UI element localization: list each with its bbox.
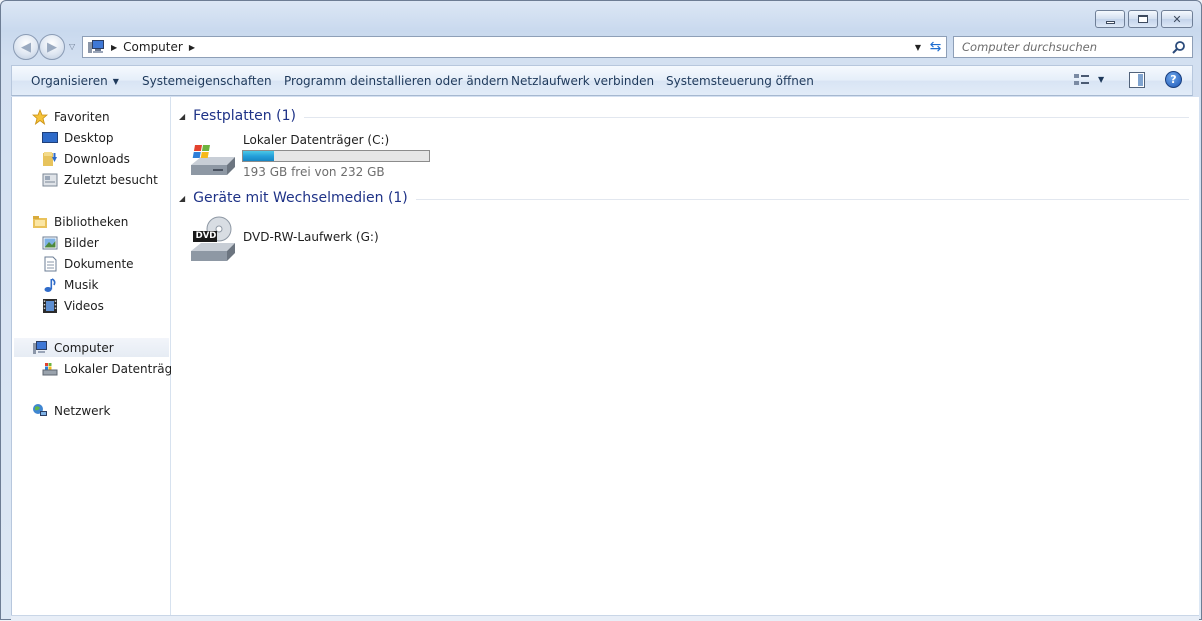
documents-icon [42, 256, 58, 272]
arrow-right-icon: ▶ [47, 39, 57, 55]
sidebar-item-downloads[interactable]: Downloads [42, 149, 130, 168]
caption-buttons: ✕ [1095, 10, 1193, 28]
drive-name: Lokaler Datenträger (C:) [243, 133, 390, 147]
search-input[interactable] [954, 39, 1159, 55]
group-header-removable[interactable]: ◢ Geräte mit Wechselmedien (1) [179, 189, 1189, 207]
sidebar-item-pictures[interactable]: Bilder [42, 233, 99, 252]
map-network-drive-button[interactable]: Netzlaufwerk verbinden [511, 74, 654, 88]
close-icon: ✕ [1172, 12, 1182, 26]
view-options-dropdown-icon[interactable]: ▼ [1098, 75, 1104, 84]
sidebar-item-label: Dokumente [64, 256, 134, 271]
sidebar-item-label: Bilder [64, 235, 99, 250]
breadcrumb-separator-icon[interactable]: ▶ [189, 43, 195, 52]
recent-places-icon [42, 172, 58, 188]
sidebar-item-music[interactable]: Musik [42, 275, 99, 294]
sidebar-item-documents[interactable]: Dokumente [42, 254, 134, 273]
network-icon [32, 403, 48, 419]
drive-name: DVD-RW-Laufwerk (G:) [243, 230, 379, 244]
refresh-icon: ⇆ [929, 39, 942, 55]
collapse-triangle-icon[interactable]: ◢ [179, 194, 185, 203]
downloads-icon [42, 151, 58, 167]
pictures-icon [42, 235, 58, 251]
desktop-icon [42, 130, 58, 146]
sidebar-item-local-disk[interactable]: Lokaler Datenträger [42, 359, 185, 378]
star-icon [31, 108, 49, 125]
minimize-icon [1105, 20, 1115, 24]
libraries-icon [32, 214, 48, 230]
sidebar-item-label: Computer [54, 340, 114, 355]
navigation-bar: ◀ ▶ ▽ ▶ Computer ▶ ▼ ⇆ [11, 33, 1193, 61]
system-properties-button[interactable]: Systemeigenschaften [142, 74, 272, 88]
explorer-window: ✕ ◀ ▶ ▽ ▶ Computer ▶ ▼ ⇆ Computer durchs… [0, 0, 1202, 621]
content-pane: ◢ Festplatten (1) Lokaler Datenträger (C… [171, 97, 1199, 615]
minimize-button[interactable] [1095, 10, 1125, 28]
sidebar-item-label: Lokaler Datenträger [64, 361, 185, 376]
navigation-pane: Favoriten Desktop Downloads Zuletzt besu… [11, 97, 185, 615]
sidebar-item-label: Downloads [64, 151, 130, 166]
sidebar-item-label: Favoriten [54, 109, 110, 124]
group-divider [303, 116, 1189, 118]
maximize-button[interactable] [1128, 10, 1158, 28]
help-icon[interactable]: ? [1165, 71, 1182, 88]
drive-icon [42, 361, 58, 377]
disk-usage-bar [242, 150, 430, 162]
videos-icon [42, 298, 58, 314]
sidebar-item-label: Bibliotheken [54, 214, 129, 229]
dvd-badge: DVD [195, 231, 217, 241]
change-view-icon[interactable] [1073, 72, 1091, 88]
maximize-icon [1138, 15, 1148, 23]
search-icon[interactable] [1172, 40, 1186, 54]
sidebar-item-label: Desktop [64, 130, 114, 145]
organize-button[interactable]: Organisieren ▼ [31, 74, 119, 88]
refresh-button[interactable]: ⇆ [925, 36, 947, 58]
hard-disk-icon [189, 143, 237, 182]
sidebar-item-label: Videos [64, 298, 104, 313]
sidebar-item-recent-places[interactable]: Zuletzt besucht [42, 170, 158, 189]
search-box[interactable] [953, 36, 1193, 58]
command-bar: Organisieren ▼ Systemeigenschaften Progra… [11, 65, 1193, 96]
sidebar-item-label: Netzwerk [54, 403, 111, 418]
arrow-left-icon: ◀ [21, 39, 31, 55]
group-title: Festplatten (1) [193, 108, 296, 124]
chevron-down-icon: ▼ [112, 77, 119, 86]
sidebar-item-favorites[interactable]: Favoriten [31, 107, 110, 126]
breadcrumb-computer[interactable]: Computer [123, 40, 183, 54]
drive-item-c[interactable]: Lokaler Datenträger (C:) 193 GB frei von… [187, 131, 437, 181]
collapse-triangle-icon[interactable]: ◢ [179, 112, 185, 121]
group-divider [415, 198, 1189, 200]
sidebar-item-network[interactable]: Netzwerk [32, 401, 110, 420]
drive-item-dvd[interactable]: DVD DVD-RW-Laufwerk (G:) [187, 215, 437, 265]
computer-icon [32, 340, 48, 356]
sidebar-item-computer[interactable]: Computer [14, 338, 169, 357]
sidebar-item-label: Musik [64, 277, 99, 292]
close-button[interactable]: ✕ [1161, 10, 1193, 28]
address-dropdown-icon[interactable]: ▼ [910, 39, 926, 55]
uninstall-program-button[interactable]: Programm deinstallieren oder ändern [284, 74, 509, 88]
address-bar[interactable]: ▶ Computer ▶ ▼ [82, 36, 929, 58]
group-title: Geräte mit Wechselmedien (1) [193, 190, 408, 206]
sidebar-item-desktop[interactable]: Desktop [42, 128, 114, 147]
open-control-panel-button[interactable]: Systemsteuerung öffnen [666, 74, 814, 88]
sidebar-item-label: Zuletzt besucht [64, 172, 158, 187]
drive-free-space: 193 GB frei von 232 GB [243, 165, 385, 179]
breadcrumb-separator-icon[interactable]: ▶ [111, 43, 117, 52]
dvd-drive-icon [189, 215, 237, 268]
sidebar-item-videos[interactable]: Videos [42, 296, 104, 315]
computer-icon [87, 39, 105, 55]
sidebar-item-libraries[interactable]: Bibliotheken [32, 212, 128, 231]
recent-pages-dropdown[interactable]: ▽ [69, 42, 75, 51]
forward-button[interactable]: ▶ [39, 34, 65, 60]
group-header-hard-disks[interactable]: ◢ Festplatten (1) [179, 107, 1189, 125]
disk-usage-fill [243, 151, 275, 161]
status-bar [11, 615, 1199, 621]
back-button[interactable]: ◀ [13, 34, 39, 60]
organize-label: Organisieren [31, 74, 108, 88]
music-icon [42, 277, 58, 293]
preview-pane-icon[interactable] [1129, 72, 1145, 88]
